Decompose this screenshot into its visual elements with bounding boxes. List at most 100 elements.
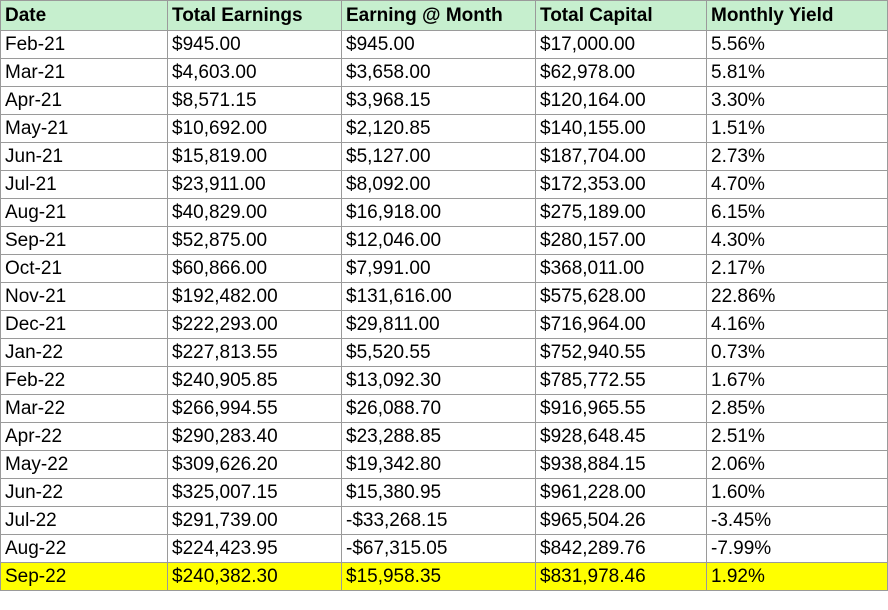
cell-total-earnings[interactable]: $192,482.00: [167, 282, 342, 311]
cell-date[interactable]: Aug-22: [0, 534, 168, 563]
cell-total-capital[interactable]: $916,965.55: [535, 394, 707, 423]
cell-monthly-yield[interactable]: 0.73%: [706, 338, 888, 367]
cell-monthly-yield[interactable]: -3.45%: [706, 506, 888, 535]
cell-date[interactable]: Jul-22: [0, 506, 168, 535]
cell-total-capital[interactable]: $172,353.00: [535, 170, 707, 199]
cell-total-earnings[interactable]: $10,692.00: [167, 114, 342, 143]
cell-total-earnings[interactable]: $240,905.85: [167, 366, 342, 395]
cell-date[interactable]: Jul-21: [0, 170, 168, 199]
cell-total-capital[interactable]: $280,157.00: [535, 226, 707, 255]
cell-earning-at-month[interactable]: $8,092.00: [341, 170, 536, 199]
cell-date[interactable]: Jun-21: [0, 142, 168, 171]
cell-date[interactable]: Sep-21: [0, 226, 168, 255]
cell-monthly-yield[interactable]: 1.51%: [706, 114, 888, 143]
cell-total-capital[interactable]: $938,884.15: [535, 450, 707, 479]
cell-earning-at-month[interactable]: $5,520.55: [341, 338, 536, 367]
cell-monthly-yield[interactable]: 2.06%: [706, 450, 888, 479]
cell-total-capital[interactable]: $62,978.00: [535, 58, 707, 87]
cell-date[interactable]: Oct-21: [0, 254, 168, 283]
cell-date[interactable]: May-21: [0, 114, 168, 143]
cell-earning-at-month[interactable]: $3,968.15: [341, 86, 536, 115]
cell-total-capital[interactable]: $368,011.00: [535, 254, 707, 283]
cell-date[interactable]: Dec-21: [0, 310, 168, 339]
cell-total-earnings[interactable]: $23,911.00: [167, 170, 342, 199]
cell-total-earnings[interactable]: $52,875.00: [167, 226, 342, 255]
cell-date[interactable]: Apr-22: [0, 422, 168, 451]
cell-total-earnings[interactable]: $240,382.30: [167, 562, 342, 591]
cell-total-capital[interactable]: $17,000.00: [535, 30, 707, 59]
cell-total-earnings[interactable]: $40,829.00: [167, 198, 342, 227]
cell-earning-at-month[interactable]: $16,918.00: [341, 198, 536, 227]
cell-total-earnings[interactable]: $222,293.00: [167, 310, 342, 339]
cell-earning-at-month[interactable]: $12,046.00: [341, 226, 536, 255]
cell-total-capital[interactable]: $928,648.45: [535, 422, 707, 451]
cell-earning-at-month[interactable]: $945.00: [341, 30, 536, 59]
cell-monthly-yield[interactable]: 5.81%: [706, 58, 888, 87]
cell-earning-at-month[interactable]: $26,088.70: [341, 394, 536, 423]
cell-total-earnings[interactable]: $325,007.15: [167, 478, 342, 507]
cell-monthly-yield[interactable]: 1.67%: [706, 366, 888, 395]
cell-earning-at-month[interactable]: -$67,315.05: [341, 534, 536, 563]
cell-monthly-yield[interactable]: 4.70%: [706, 170, 888, 199]
cell-total-capital[interactable]: $120,164.00: [535, 86, 707, 115]
cell-monthly-yield[interactable]: 2.73%: [706, 142, 888, 171]
header-monthly-yield[interactable]: Monthly Yield: [706, 0, 888, 31]
cell-earning-at-month[interactable]: $13,092.30: [341, 366, 536, 395]
cell-monthly-yield[interactable]: 4.30%: [706, 226, 888, 255]
cell-date[interactable]: Mar-22: [0, 394, 168, 423]
cell-total-earnings[interactable]: $309,626.20: [167, 450, 342, 479]
cell-total-capital[interactable]: $275,189.00: [535, 198, 707, 227]
cell-total-earnings[interactable]: $227,813.55: [167, 338, 342, 367]
cell-total-earnings[interactable]: $290,283.40: [167, 422, 342, 451]
cell-total-capital[interactable]: $716,964.00: [535, 310, 707, 339]
cell-total-earnings[interactable]: $8,571.15: [167, 86, 342, 115]
cell-total-earnings[interactable]: $945.00: [167, 30, 342, 59]
cell-earning-at-month[interactable]: -$33,268.15: [341, 506, 536, 535]
cell-total-earnings[interactable]: $291,739.00: [167, 506, 342, 535]
cell-total-capital[interactable]: $961,228.00: [535, 478, 707, 507]
cell-date[interactable]: Mar-21: [0, 58, 168, 87]
cell-date[interactable]: Aug-21: [0, 198, 168, 227]
cell-earning-at-month[interactable]: $7,991.00: [341, 254, 536, 283]
cell-total-capital[interactable]: $785,772.55: [535, 366, 707, 395]
cell-monthly-yield[interactable]: 22.86%: [706, 282, 888, 311]
cell-earning-at-month[interactable]: $2,120.85: [341, 114, 536, 143]
cell-date[interactable]: Jan-22: [0, 338, 168, 367]
cell-earning-at-month[interactable]: $15,958.35: [341, 562, 536, 591]
cell-date[interactable]: May-22: [0, 450, 168, 479]
cell-monthly-yield[interactable]: 2.17%: [706, 254, 888, 283]
cell-earning-at-month[interactable]: $131,616.00: [341, 282, 536, 311]
header-total-earnings[interactable]: Total Earnings: [167, 0, 342, 31]
cell-total-earnings[interactable]: $4,603.00: [167, 58, 342, 87]
cell-total-capital[interactable]: $752,940.55: [535, 338, 707, 367]
cell-monthly-yield[interactable]: -7.99%: [706, 534, 888, 563]
cell-total-earnings[interactable]: $224,423.95: [167, 534, 342, 563]
cell-monthly-yield[interactable]: 2.85%: [706, 394, 888, 423]
cell-total-capital[interactable]: $575,628.00: [535, 282, 707, 311]
cell-total-capital[interactable]: $140,155.00: [535, 114, 707, 143]
cell-monthly-yield[interactable]: 1.92%: [706, 562, 888, 591]
cell-monthly-yield[interactable]: 5.56%: [706, 30, 888, 59]
cell-total-earnings[interactable]: $266,994.55: [167, 394, 342, 423]
cell-date[interactable]: Jun-22: [0, 478, 168, 507]
cell-earning-at-month[interactable]: $3,658.00: [341, 58, 536, 87]
cell-date[interactable]: Sep-22: [0, 562, 168, 591]
cell-earning-at-month[interactable]: $5,127.00: [341, 142, 536, 171]
cell-date[interactable]: Feb-22: [0, 366, 168, 395]
cell-monthly-yield[interactable]: 1.60%: [706, 478, 888, 507]
cell-monthly-yield[interactable]: 3.30%: [706, 86, 888, 115]
cell-total-capital[interactable]: $842,289.76: [535, 534, 707, 563]
cell-monthly-yield[interactable]: 6.15%: [706, 198, 888, 227]
cell-total-capital[interactable]: $187,704.00: [535, 142, 707, 171]
cell-date[interactable]: Feb-21: [0, 30, 168, 59]
header-earning-at-month[interactable]: Earning @ Month: [341, 0, 536, 31]
header-date[interactable]: Date: [0, 0, 168, 31]
cell-date[interactable]: Apr-21: [0, 86, 168, 115]
cell-monthly-yield[interactable]: 2.51%: [706, 422, 888, 451]
header-total-capital[interactable]: Total Capital: [535, 0, 707, 31]
cell-monthly-yield[interactable]: 4.16%: [706, 310, 888, 339]
cell-total-earnings[interactable]: $15,819.00: [167, 142, 342, 171]
cell-earning-at-month[interactable]: $19,342.80: [341, 450, 536, 479]
cell-total-earnings[interactable]: $60,866.00: [167, 254, 342, 283]
cell-earning-at-month[interactable]: $15,380.95: [341, 478, 536, 507]
